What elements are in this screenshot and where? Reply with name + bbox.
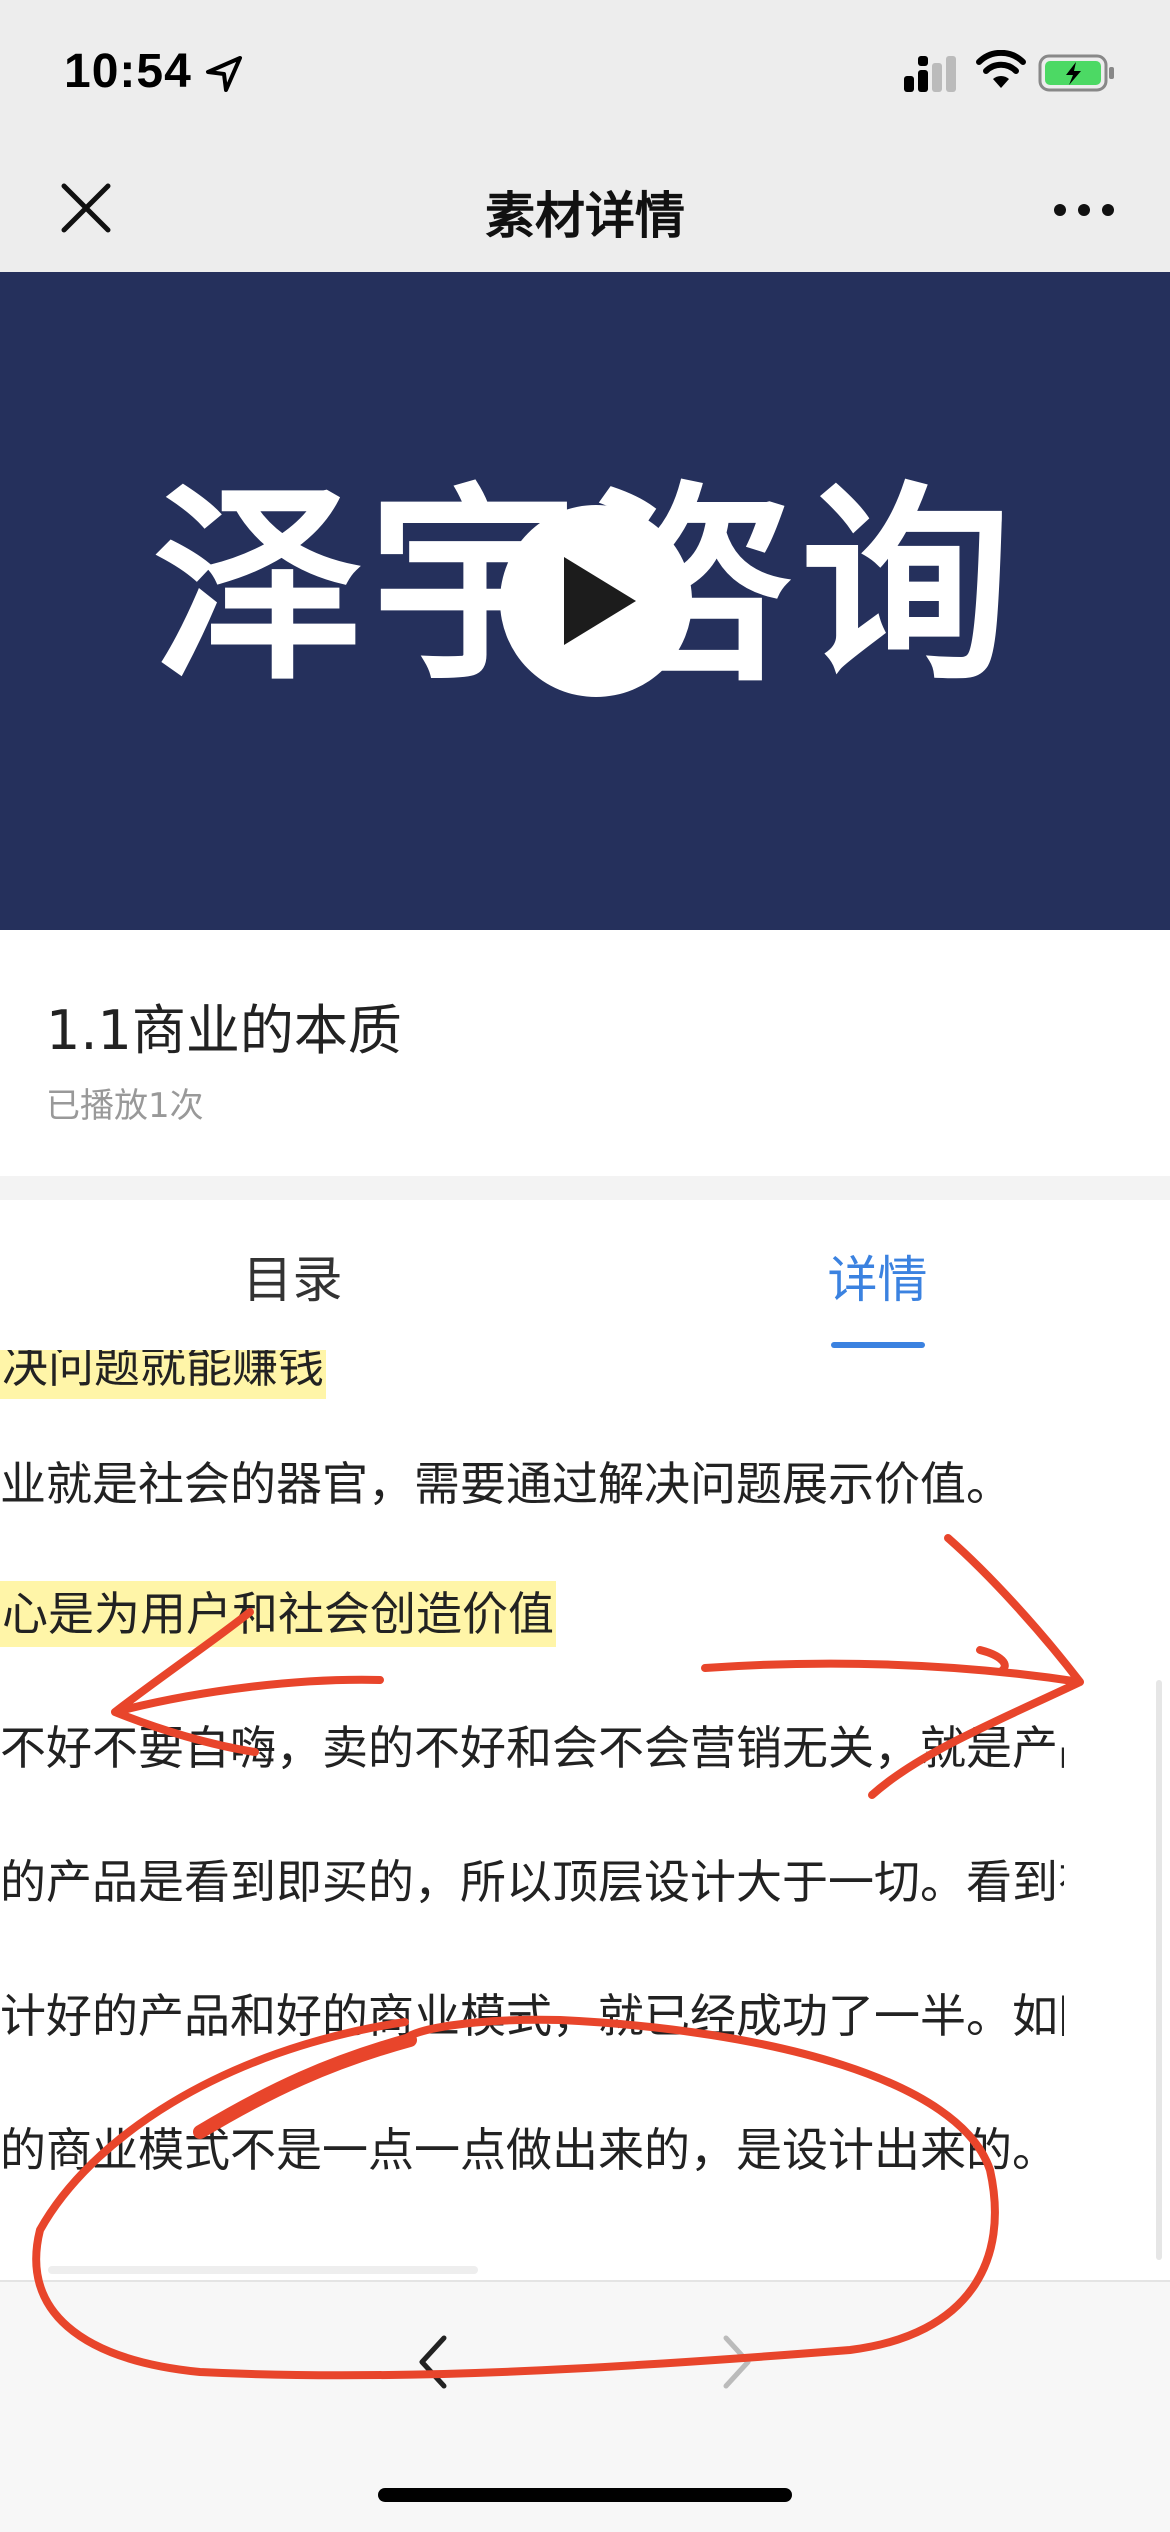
tab-catalog[interactable]: 目录 bbox=[0, 1240, 585, 1312]
play-icon bbox=[564, 557, 636, 645]
status-bar: 10:54 bbox=[0, 0, 1170, 150]
chevron-right-icon[interactable] bbox=[716, 2332, 756, 2392]
content-line: 心是为用户和社会创造价值 bbox=[0, 1578, 556, 1647]
video-player[interactable]: 泽宇咨询 bbox=[0, 272, 1170, 930]
tab-details[interactable]: 详情 bbox=[585, 1240, 1170, 1312]
play-button[interactable] bbox=[500, 505, 692, 697]
location-arrow-icon bbox=[206, 56, 242, 92]
content-line: 计好的产品和好的商业模式，就已经成功了一半。如同盖 bbox=[0, 1989, 1064, 2043]
material-title: 1.1商业的本质 bbox=[46, 999, 402, 1062]
play-count: 已播放1次 bbox=[46, 1086, 204, 1126]
page-title: 素材详情 bbox=[485, 187, 685, 245]
vertical-scrollbar[interactable] bbox=[1156, 1680, 1162, 2260]
details-content[interactable]: 决问题就能赚钱 业就是社会的器官，需要通过解决问题展示价值。 心是为用户和社会创… bbox=[0, 1350, 1064, 2280]
content-line: 不好不要自嗨，卖的不好和会不会营销无关，就是产品垃 bbox=[0, 1721, 1064, 1775]
wifi-icon bbox=[976, 50, 1026, 88]
tab-bar: 目录 详情 bbox=[0, 1200, 1170, 1350]
battery-charging-icon bbox=[1038, 54, 1114, 92]
highlighted-text: 决问题就能赚钱 bbox=[0, 1350, 326, 1399]
signal-icon bbox=[904, 56, 956, 92]
content-line: 决问题就能赚钱 bbox=[0, 1350, 326, 1399]
status-time: 10:54 bbox=[64, 45, 192, 98]
section-divider bbox=[0, 1176, 1170, 1200]
material-info: 1.1商业的本质 已播放1次 bbox=[0, 930, 1170, 1176]
chevron-left-icon[interactable] bbox=[414, 2332, 454, 2392]
content-line: 的商业模式不是一点一点做出来的，是设计出来的。 bbox=[0, 2123, 1058, 2177]
nav-bar: 素材详情 bbox=[0, 150, 1170, 272]
highlighted-text: 心是为用户和社会创造价值 bbox=[0, 1581, 556, 1647]
content-line: 业就是社会的器官，需要通过解决问题展示价值。 bbox=[0, 1457, 1012, 1511]
horizontal-scrollbar[interactable] bbox=[48, 2266, 478, 2274]
content-line: 的产品是看到即买的，所以顶层设计大于一切。看到有需 bbox=[0, 1855, 1064, 1909]
active-tab-indicator bbox=[831, 1342, 925, 1348]
content-side-gutter bbox=[1064, 1350, 1170, 2280]
screen: 10:54 素材详情 1.1商业的本质 已播放1次 目录 详情 决问题就能赚钱 … bbox=[0, 0, 1170, 2532]
more-icon[interactable] bbox=[1052, 202, 1116, 218]
home-indicator bbox=[378, 2488, 792, 2502]
